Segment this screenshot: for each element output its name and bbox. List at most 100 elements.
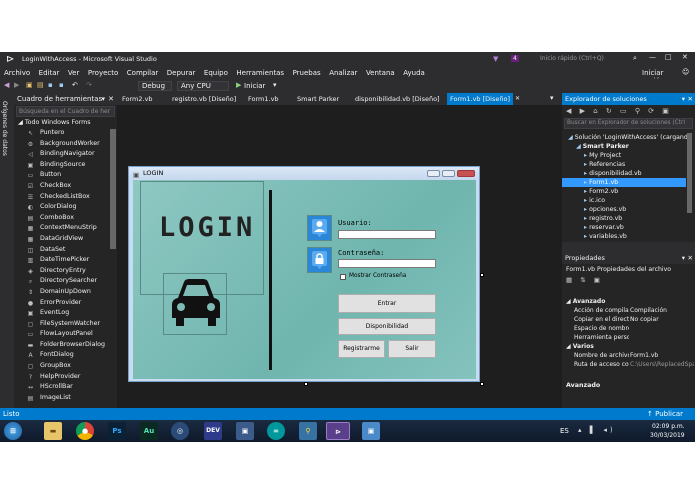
toolbox-item[interactable]: ▢ GroupBox [14, 361, 117, 372]
publish-button[interactable]: ↑ Publicar [647, 408, 683, 420]
toolbox-item[interactable]: ☑ CheckBox [14, 181, 117, 192]
toolbox-item[interactable]: ▣ BindingSource [14, 160, 117, 171]
package-icon[interactable]: ▣ [362, 422, 380, 440]
property-row[interactable]: Acción de compila Compilación [562, 306, 695, 315]
solution-scrollbar[interactable] [687, 133, 692, 213]
toolbox-item[interactable]: ↖ Puntero [14, 128, 117, 139]
tab-document[interactable]: Form1.vb [Diseño] [447, 93, 513, 105]
menu-item[interactable]: Herramientas [236, 69, 284, 77]
toolbox-item[interactable]: ⚙ BackgroundWorker [14, 139, 117, 150]
notification-badge[interactable]: 4 [511, 55, 519, 62]
close-icon[interactable]: ✕ [108, 93, 114, 105]
disponibilidad-button[interactable]: Disponibilidad [338, 318, 436, 335]
toolbox-item[interactable]: ▤ ImageList [14, 393, 117, 404]
platform-dropdown[interactable]: Any CPU [177, 81, 229, 91]
toolbox-item[interactable]: ▤ ComboBox [14, 213, 117, 224]
toolbox-item[interactable]: ▢ FileSystemWatcher [14, 319, 117, 330]
solution-item[interactable]: ▸ registro.vb [562, 214, 686, 223]
solution-item[interactable]: ◢ Smart Parker [562, 142, 686, 151]
category-avanzado[interactable]: ◢ Avanzado [562, 297, 695, 306]
toolbox-item[interactable]: ◫ DataSet [14, 245, 117, 256]
toolbox-item[interactable]: ● ErrorProvider [14, 298, 117, 309]
pin-icon[interactable]: ▾ [682, 93, 685, 105]
login-form[interactable]: ▣ LOGIN LOGIN Usuario: Contraseña: Mostr… [128, 166, 480, 382]
quick-launch-input[interactable]: Inicio rápido (Ctrl+Q) [540, 55, 636, 62]
menu-item[interactable]: Analizar [329, 69, 357, 77]
toolbox-item[interactable]: ◐ ColorDialog [14, 202, 117, 213]
menu-item[interactable]: Ventana [366, 69, 395, 77]
close-icon[interactable]: ✕ [688, 93, 693, 105]
back-icon[interactable]: ◀ [4, 81, 9, 89]
salir-button[interactable]: Salir [388, 340, 436, 358]
minimize-icon[interactable]: — [649, 53, 656, 61]
chrome-icon[interactable]: ● [76, 422, 94, 440]
tab-document[interactable]: registro.vb [Diseño] [172, 93, 236, 105]
menu-item[interactable]: Pruebas [293, 69, 321, 77]
language-indicator[interactable]: ES [560, 427, 569, 435]
form-close-button[interactable] [457, 170, 475, 177]
resize-handle-bottom[interactable] [304, 382, 308, 386]
form-minimize-button[interactable] [427, 170, 440, 177]
toolbox-item[interactable]: ◁ BindingNavigator [14, 149, 117, 160]
tab-document[interactable]: Smart Parker [297, 93, 339, 105]
resize-handle-right[interactable] [480, 273, 484, 277]
toolbox-item[interactable]: A FontDialog [14, 350, 117, 361]
toolbox-item[interactable]: ▦ ContextMenuStrip [14, 223, 117, 234]
category-varios[interactable]: ◢ Varios [562, 342, 695, 351]
python-icon[interactable]: ⚲ [299, 422, 317, 440]
property-row[interactable]: Espacio de nombre [562, 324, 695, 333]
chevron-down-icon[interactable]: ▾ [273, 81, 277, 89]
property-row[interactable]: Herramienta perso [562, 333, 695, 342]
solution-item[interactable]: ▸ variables.vb [562, 232, 686, 241]
form-maximize-button[interactable] [442, 170, 455, 177]
pin-icon[interactable]: ▾ [682, 252, 685, 264]
toolbox-item[interactable]: ▭ Button [14, 170, 117, 181]
redo-icon[interactable]: ↷ [86, 81, 92, 89]
account-icon[interactable]: ☺ [682, 68, 689, 76]
save-icon[interactable]: ▪ [48, 81, 53, 89]
menu-item[interactable]: Editar [39, 69, 60, 77]
menu-item[interactable]: Ayuda [403, 69, 425, 77]
menu-item[interactable]: Proyecto [88, 69, 118, 77]
solution-item[interactable]: ▸ Referencias [562, 160, 686, 169]
solution-item[interactable]: ▸ My Project [562, 151, 686, 160]
tab-document[interactable]: Form1.vb [248, 93, 279, 105]
maximize-icon[interactable]: □ [665, 53, 672, 61]
toolbox-item[interactable]: ⌕ DirectorySearcher [14, 276, 117, 287]
close-icon[interactable]: ✕ [688, 252, 693, 264]
photoshop-icon[interactable]: Ps [108, 422, 126, 440]
app-icon[interactable]: ▣ [236, 422, 254, 440]
config-dropdown[interactable]: Debug [138, 81, 172, 91]
visual-studio-taskbar-icon[interactable]: ⊳ [326, 422, 350, 440]
contrasena-textbox[interactable] [338, 259, 436, 268]
toolbox-item[interactable]: ☰ CheckedListBox [14, 192, 117, 203]
audition-icon[interactable]: Au [140, 422, 158, 440]
disc-icon[interactable]: ◎ [171, 422, 189, 440]
feedback-icon[interactable]: ▼ [493, 55, 498, 63]
new-project-icon[interactable]: ▣ [26, 81, 33, 89]
resize-handle-corner[interactable] [480, 382, 484, 386]
property-row[interactable]: Copiar en el directo No copiar [562, 315, 695, 324]
tab-document[interactable]: disponibilidad.vb [Diseño] [355, 93, 440, 105]
arduino-icon[interactable]: ∞ [267, 422, 285, 440]
toolbox-item[interactable]: ▦ DataGridView [14, 234, 117, 245]
data-sources-strip[interactable]: Orígenes de datos [0, 93, 14, 408]
undo-icon[interactable]: ↶ [72, 81, 78, 89]
toolbox-item[interactable]: ▣ EventLog [14, 308, 117, 319]
solution-item[interactable]: ▸ Form1.vb [562, 178, 686, 187]
tab-document[interactable]: Form2.vb [122, 93, 153, 105]
solution-item[interactable]: ▸ reservar.vb [562, 223, 686, 232]
tab-overflow-icon[interactable]: ▾ [550, 94, 554, 102]
menu-item[interactable]: Depurar [167, 69, 196, 77]
property-row[interactable]: Nombre de archivo Form1.vb [562, 351, 695, 360]
menu-item[interactable]: Equipo [204, 69, 228, 77]
forward-icon[interactable]: ▶ [14, 81, 19, 89]
toolbox-group[interactable]: ◢ Todo Windows Forms [14, 118, 117, 128]
toolbox-item[interactable]: ◈ DirectoryEntry [14, 266, 117, 277]
pin-icon[interactable]: ▾ [101, 93, 105, 105]
toolbox-item[interactable]: ▭ FlowLayoutPanel [14, 329, 117, 340]
solution-item[interactable]: ◢ Solución 'LoginWithAccess' (cargand [562, 133, 688, 142]
dev-icon[interactable]: DEV [204, 422, 222, 440]
start-button[interactable]: Iniciar [244, 82, 265, 90]
tab-close-icon[interactable]: ✕ [515, 93, 520, 105]
